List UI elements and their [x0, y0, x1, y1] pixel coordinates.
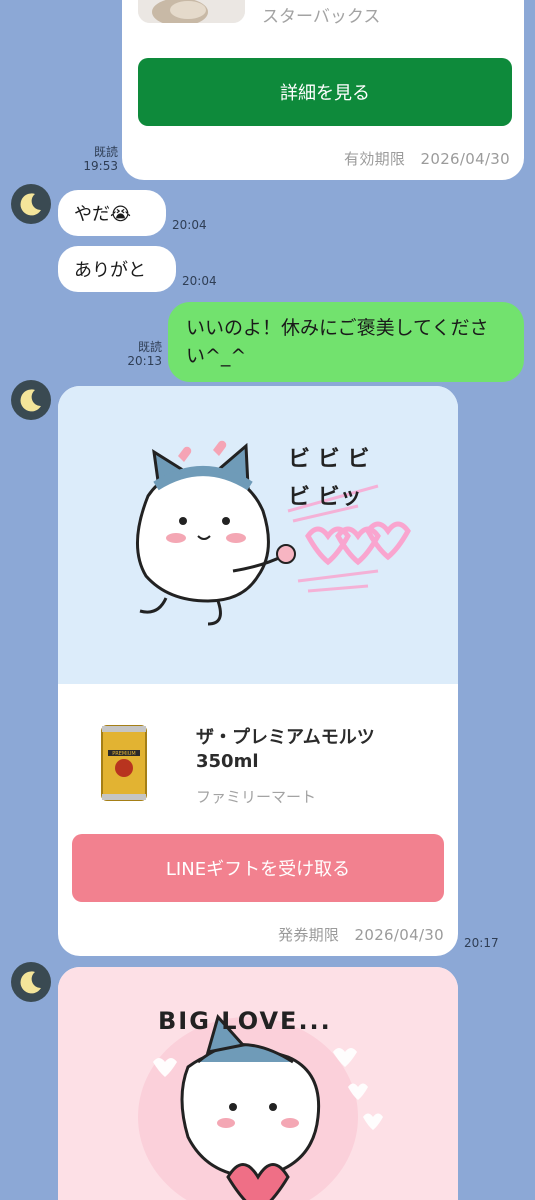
sticker-caption: ビ ビ ビ ビ ビッ — [288, 447, 370, 510]
product-name: ザ・プレミアムモルツ 350ml — [196, 727, 375, 772]
message-time: 20:04 — [172, 218, 207, 232]
store-name: ファミリーマート — [196, 788, 317, 806]
read-receipt: 既読 20:13 — [127, 340, 162, 368]
read-receipt: 既読 19:53 — [83, 145, 118, 173]
message-bubble[interactable]: ありがと — [58, 246, 176, 292]
beer-can-icon: PREMIUM — [100, 722, 148, 804]
message-text: いいのよ！休みにご褒美してください^_^ — [186, 317, 489, 367]
message-text: やだ😭 — [74, 204, 132, 225]
moon-avatar-icon[interactable] — [11, 184, 51, 224]
message-time: 20:17 — [464, 936, 499, 950]
receive-gift-button[interactable]: LINEギフトを受け取る — [72, 834, 444, 902]
product-thumbnail — [138, 0, 245, 23]
details-button[interactable]: 詳細を見る — [138, 58, 512, 126]
sticker-image: BIG LOVE... — [58, 967, 458, 1200]
message-time: 20:04 — [182, 274, 217, 288]
gift-card-love[interactable]: BIG LOVE... — [58, 967, 458, 1200]
store-name: スターバックス — [262, 7, 381, 27]
issue-deadline: 発券期限 2026/04/30 — [278, 926, 444, 944]
message-text: ありがと — [74, 260, 146, 281]
my-message-bubble[interactable]: いいのよ！休みにご褒美してください^_^ — [168, 302, 524, 382]
sticker-caption: BIG LOVE... — [158, 1007, 332, 1035]
message-bubble[interactable]: やだ😭 — [58, 190, 166, 236]
svg-text:PREMIUM: PREMIUM — [112, 751, 135, 757]
moon-avatar-icon[interactable] — [11, 962, 51, 1002]
expiry-date: 有効期限 2026/04/30 — [344, 150, 510, 168]
gift-card-beer[interactable]: ビ ビ ビ ビ ビッ PREMIUM ザ・プレミアムモルツ 350ml ファミリ… — [58, 386, 458, 956]
moon-avatar-icon[interactable] — [11, 380, 51, 420]
gift-card-starbucks: スターバックス 詳細を見る 有効期限 2026/04/30 — [122, 0, 524, 180]
sticker-image: ビ ビ ビ ビ ビッ — [58, 386, 458, 684]
